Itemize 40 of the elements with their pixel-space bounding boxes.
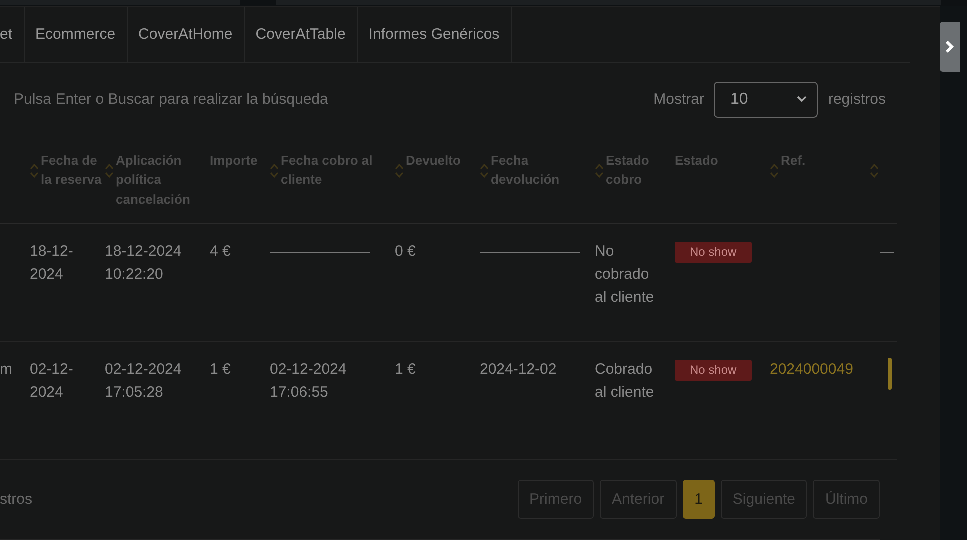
table-cell: 02-12-2024 17:05:28 [105, 361, 182, 401]
table-cell: 18-12-2024 [30, 243, 74, 283]
sort-icon[interactable] [395, 162, 404, 178]
empty-value-line [880, 252, 894, 253]
sort-icon[interactable] [770, 162, 779, 178]
table-cell: 4 € [210, 243, 231, 260]
sort-icon[interactable] [870, 162, 879, 178]
page-size-select[interactable]: 10 [714, 82, 818, 118]
table-cell: 02-12-2024 17:06:55 [270, 361, 347, 401]
chevron-down-icon [797, 96, 808, 103]
table-cell: 18-12-2024 10:22:20 [105, 243, 182, 283]
sort-icon[interactable] [595, 162, 604, 178]
table-cell: m [0, 361, 12, 378]
sort-icon[interactable] [105, 162, 114, 178]
table-cell: 0 € [395, 243, 416, 260]
search-hint: Pulsa Enter o Buscar para realizar la búsqueda [14, 91, 330, 108]
records-label: registros [828, 91, 886, 108]
tab[interactable]: Informes Genéricos [358, 6, 512, 62]
status-badge: No show [675, 360, 752, 381]
sort-icon[interactable] [480, 162, 489, 178]
tab[interactable]: et [0, 6, 25, 62]
pagination-button[interactable]: 1 [682, 480, 715, 519]
records-info: stros [0, 491, 33, 508]
table-cell: 2024-12-02 [480, 361, 557, 378]
sort-icon[interactable] [30, 162, 39, 178]
chevron-right-icon [945, 40, 955, 54]
table-cell: 1 € [210, 361, 231, 378]
table-cell: Cobrado al cliente [595, 361, 654, 401]
tab[interactable]: CoverAtHome [128, 6, 245, 62]
table-cell: No cobrado al cliente [595, 243, 654, 306]
sort-icon[interactable] [270, 162, 279, 178]
reference-link[interactable]: 2024000049 [770, 361, 854, 378]
show-label: Mostrar [654, 91, 704, 108]
tab[interactable]: Ecommerce [24, 6, 128, 62]
table-cell: 1 € [395, 361, 416, 378]
table-cell: 02-12-2024 [30, 361, 74, 401]
tab[interactable]: CoverAtTable [244, 6, 358, 62]
sidebar-toggle-button[interactable] [940, 22, 960, 72]
status-badge: No show [675, 242, 752, 263]
action-button[interactable] [888, 358, 892, 390]
